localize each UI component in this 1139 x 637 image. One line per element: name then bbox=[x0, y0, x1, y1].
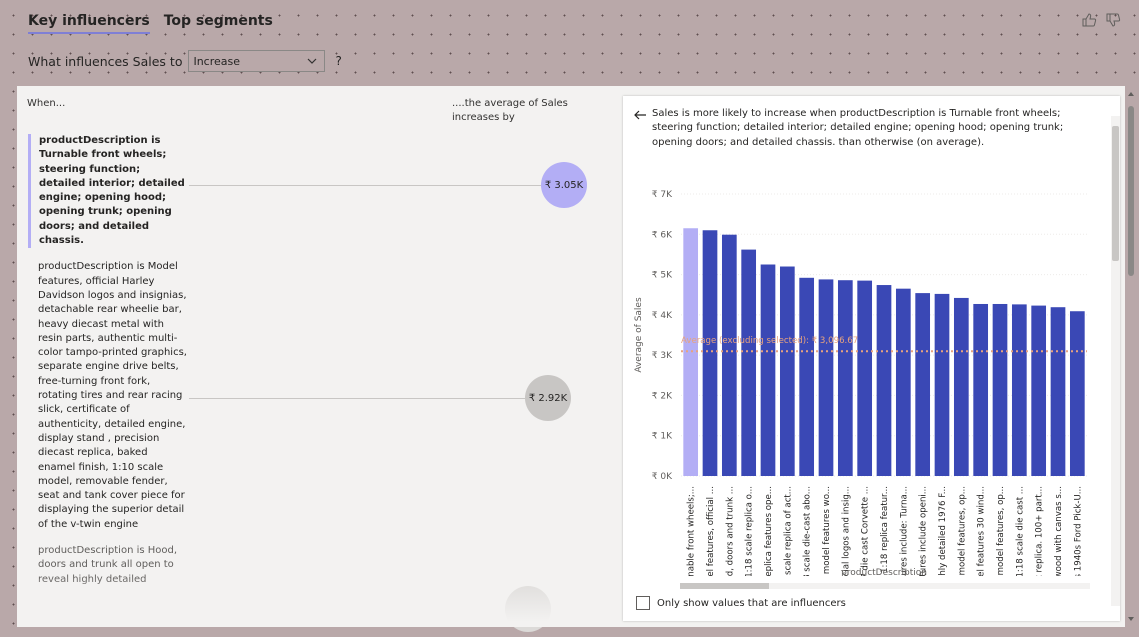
x-tick-label-16: This model features, op... bbox=[996, 486, 1006, 576]
page-vertical-scrollbar[interactable] bbox=[1125, 86, 1137, 627]
bar-16 bbox=[992, 303, 1008, 476]
y-tick-label-4: ₹ 4K bbox=[652, 311, 673, 321]
bar-15 bbox=[973, 303, 989, 476]
page-scroll-thumb[interactable] bbox=[1128, 106, 1134, 276]
influencer-bubble-value-1: ₹ 3.05K bbox=[544, 179, 584, 191]
thumbs-up-icon[interactable] bbox=[1081, 12, 1097, 28]
y-tick-label-7: ₹ 7K bbox=[652, 190, 673, 200]
chart-horizontal-scrollbar[interactable] bbox=[680, 583, 1090, 589]
bar-19 bbox=[1050, 307, 1066, 476]
effect-header-line1: ....the average of Sales bbox=[452, 98, 568, 109]
key-influencers-panel: When... ....the average of Sales increas… bbox=[17, 86, 1130, 632]
bar-7 bbox=[818, 279, 834, 476]
only-influencers-checkbox[interactable] bbox=[636, 596, 650, 610]
y-tick-label-2: ₹ 2K bbox=[652, 391, 673, 401]
detail-vertical-scrollbar[interactable] bbox=[1111, 116, 1120, 606]
x-axis-title: productDescription bbox=[841, 568, 927, 576]
x-tick-label-12: Features include openi... bbox=[919, 486, 929, 576]
bar-17 bbox=[1011, 304, 1027, 476]
chevron-down-icon bbox=[308, 58, 317, 64]
bar-3 bbox=[741, 249, 757, 476]
bar-20 bbox=[1069, 311, 1085, 476]
tab-top-segments[interactable]: Top segments bbox=[164, 13, 273, 34]
bar-2 bbox=[721, 234, 737, 476]
tab-bar: Key influencers Top segments bbox=[28, 13, 273, 34]
y-tick-label-1: ₹ 1K bbox=[652, 432, 673, 442]
x-tick-label-14: This model features, op... bbox=[957, 486, 967, 576]
x-tick-label-20: This 1940s Ford Pick-U... bbox=[1073, 486, 1083, 576]
chart-scroll-thumb[interactable] bbox=[680, 583, 769, 589]
y-tick-label-0: ₹ 0K bbox=[652, 472, 673, 482]
detail-scroll-thumb[interactable] bbox=[1112, 126, 1119, 261]
x-tick-label-18: Exact replica. 100+ part... bbox=[1035, 486, 1045, 576]
y-tick-label-5: ₹ 5K bbox=[652, 271, 673, 281]
influencer-list: productDescription is Turnable front whe… bbox=[28, 134, 188, 604]
bar-10 bbox=[876, 285, 892, 476]
y-axis-title: Average of Sales bbox=[634, 297, 644, 373]
bar-9 bbox=[857, 280, 873, 476]
x-tick-label-6: 1:18 scale die-cast abo... bbox=[803, 486, 813, 576]
influencer-item-2[interactable]: productDescription is Model features, of… bbox=[28, 260, 188, 532]
outcome-dropdown-value: Increase bbox=[193, 54, 241, 68]
bar-8 bbox=[837, 280, 853, 476]
bar-11 bbox=[895, 288, 911, 476]
x-tick-label-0: Turnable front wheels;... bbox=[687, 486, 697, 576]
outcome-dropdown[interactable]: Increase bbox=[188, 50, 326, 72]
y-tick-label-3: ₹ 3K bbox=[652, 351, 673, 361]
influencer-bubble-value-2: ₹ 2.92K bbox=[528, 392, 568, 404]
x-tick-label-3: This 1:18 scale replica o... bbox=[745, 486, 755, 576]
bar-18 bbox=[1031, 305, 1047, 476]
bar-0 bbox=[683, 228, 699, 476]
influencer-filter-row: Only show values that are influencers bbox=[636, 596, 846, 610]
effect-header-line2: increases by bbox=[452, 112, 515, 123]
only-influencers-label: Only show values that are influencers bbox=[657, 597, 846, 609]
influencer-detail-card: Sales is more likely to increase when pr… bbox=[623, 96, 1120, 621]
when-column-header: When... bbox=[27, 98, 66, 109]
x-tick-label-7: This model features wo... bbox=[822, 486, 832, 576]
x-tick-label-15: Model features 30 wind... bbox=[977, 486, 987, 576]
tab-key-influencers[interactable]: Key influencers bbox=[28, 13, 150, 34]
sales-bar-chart: ₹ 0K ₹ 1K ₹ 2K ₹ 3K ₹ 4K ₹ 5K ₹ 6K ₹ 7K Turnable… bbox=[634, 190, 1087, 576]
list-fade-overlay bbox=[17, 576, 617, 627]
bar-13 bbox=[934, 293, 950, 476]
scroll-up-icon[interactable] bbox=[1127, 90, 1135, 98]
bar-1 bbox=[702, 230, 718, 476]
x-tick-label-10: This 1:18 replica featur... bbox=[880, 486, 890, 576]
x-tick-label-9: 1957 die cast Corvette ... bbox=[861, 486, 871, 576]
thumbs-down-icon[interactable] bbox=[1105, 12, 1121, 28]
x-tick-label-17: This 1:18 scale die cast ... bbox=[1015, 486, 1025, 576]
feedback-icons bbox=[1081, 12, 1121, 28]
bar-4 bbox=[760, 264, 776, 476]
x-tick-label-19: All wood with canvas s... bbox=[1054, 486, 1064, 576]
average-label: Average (excluding selected): ₹ 3,096.67 bbox=[681, 336, 858, 346]
y-tick-label-6: ₹ 6K bbox=[652, 230, 673, 240]
scroll-down-icon[interactable] bbox=[1127, 615, 1135, 623]
help-question-mark[interactable]: ? bbox=[335, 54, 341, 68]
influencer-bubble-1[interactable]: ₹ 3.05K bbox=[541, 162, 587, 208]
x-tick-label-2: Hood, doors and trunk ... bbox=[725, 486, 735, 576]
bar-12 bbox=[915, 293, 931, 476]
detail-explanation: Sales is more likely to increase when pr… bbox=[652, 108, 1064, 148]
influencer-connector-2 bbox=[189, 398, 525, 399]
influencer-connector-1 bbox=[189, 185, 541, 186]
x-tick-label-8: Official logos and insig... bbox=[841, 486, 851, 576]
bar-5 bbox=[779, 266, 795, 476]
question-label: What influences Sales to bbox=[28, 53, 183, 69]
bar-14 bbox=[953, 297, 969, 476]
influencer-item-1[interactable]: productDescription is Turnable front whe… bbox=[28, 134, 188, 249]
effect-column-header: ....the average of Sales increases by bbox=[452, 97, 568, 125]
x-tick-label-5: 1:18 scale replica of act... bbox=[783, 486, 793, 576]
x-tick-label-1: Model features, official ... bbox=[706, 486, 716, 576]
back-arrow-icon[interactable] bbox=[633, 108, 647, 122]
influence-question: What influences Sales to Increase ? bbox=[28, 50, 342, 72]
x-tick-label-4: his replica features ope... bbox=[764, 486, 774, 576]
x-tick-label-11: Features include: Turna... bbox=[899, 486, 909, 576]
influencer-bubble-2[interactable]: ₹ 2.92K bbox=[525, 375, 571, 421]
x-tick-label-13: Highly detailed 1976 F... bbox=[938, 486, 948, 576]
bar-6 bbox=[799, 277, 815, 476]
